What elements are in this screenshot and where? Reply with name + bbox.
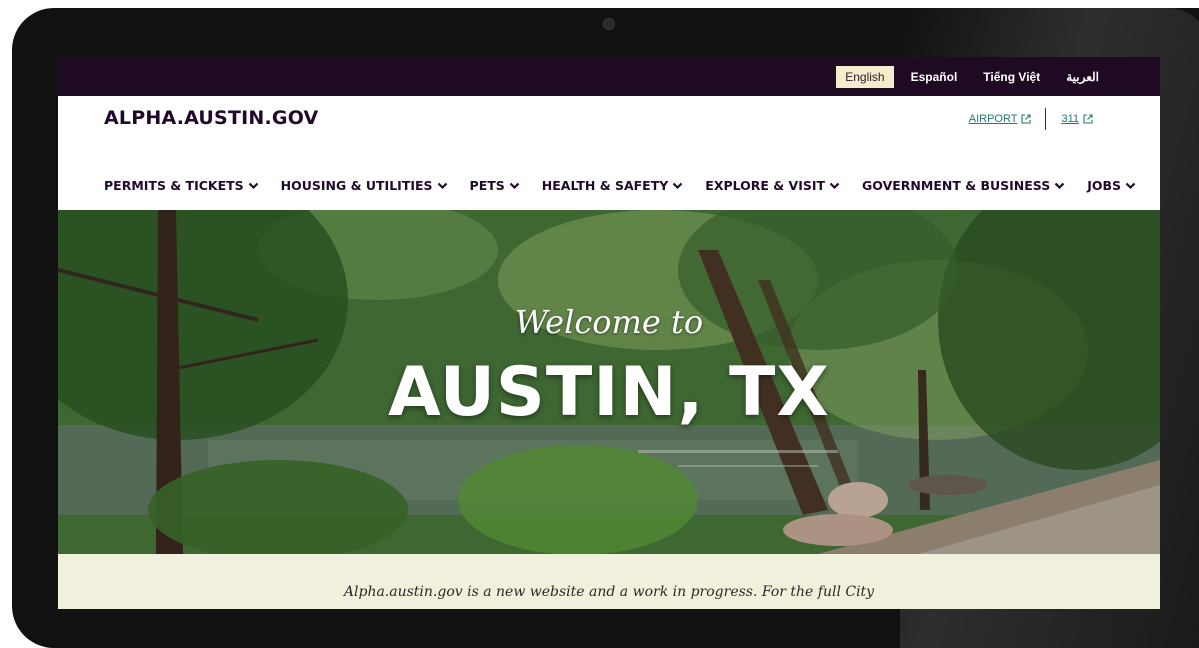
311-link-label: 311: [1061, 113, 1079, 125]
chevron-down-icon: [437, 182, 447, 189]
hero-banner: Welcome to AUSTIN, TX: [58, 210, 1160, 554]
nav-item-label: PETS: [469, 178, 505, 193]
chevron-down-icon: [829, 182, 840, 189]
311-link[interactable]: 311: [1061, 113, 1093, 125]
hero-city-title: AUSTIN, TX: [388, 353, 830, 432]
nav-item-label: PERMITS & TICKETS: [104, 178, 244, 193]
hero-welcome-text: Welcome to: [514, 303, 704, 341]
chevron-down-icon: [248, 182, 258, 189]
link-divider: [1045, 108, 1047, 130]
site-logo[interactable]: ALPHA.AUSTIN.GOV: [104, 107, 318, 129]
webcam-icon: [603, 18, 615, 30]
main-nav: PERMITS & TICKETS HOUSING & UTILITIES PE…: [104, 178, 1136, 193]
chevron-down-icon: [1125, 182, 1136, 189]
chevron-down-icon: [673, 182, 683, 189]
nav-housing-utilities[interactable]: HOUSING & UTILITIES: [281, 178, 448, 193]
nav-health-safety[interactable]: HEALTH & SAFETY: [542, 178, 684, 193]
browser-screen: English Español Tiếng Việt العربية ALPHA…: [58, 57, 1160, 609]
nav-government-business[interactable]: GOVERNMENT & BUSINESS: [862, 178, 1065, 193]
language-espanol[interactable]: Español: [902, 66, 967, 88]
chevron-down-icon: [509, 182, 520, 189]
airport-link-label: AIRPORT: [968, 113, 1018, 125]
nav-permits-tickets[interactable]: PERMITS & TICKETS: [104, 178, 259, 193]
beta-notice-banner: Alpha.austin.gov is a new website and a …: [58, 554, 1160, 609]
external-links: AIRPORT 311: [969, 108, 1093, 130]
nav-item-label: HOUSING & UTILITIES: [280, 178, 433, 193]
language-arabic[interactable]: العربية: [1057, 66, 1108, 88]
nav-item-label: EXPLORE & VISIT: [705, 178, 826, 193]
nav-item-label: HEALTH & SAFETY: [541, 178, 669, 193]
airport-link[interactable]: AIRPORT: [969, 113, 1032, 125]
nav-pets[interactable]: PETS: [470, 178, 520, 193]
chevron-down-icon: [1054, 182, 1065, 189]
beta-notice-text: Alpha.austin.gov is a new website and a …: [343, 584, 875, 600]
nav-item-label: JOBS: [1087, 178, 1122, 193]
external-link-icon: [1083, 114, 1093, 124]
language-vietnamese[interactable]: Tiếng Việt: [974, 66, 1049, 88]
nav-jobs[interactable]: JOBS: [1087, 178, 1136, 193]
external-link-icon: [1021, 114, 1032, 124]
language-bar: English Español Tiếng Việt العربية: [58, 57, 1160, 96]
language-english[interactable]: English: [836, 65, 894, 88]
nav-explore-visit[interactable]: EXPLORE & VISIT: [705, 178, 840, 193]
site-header: ALPHA.AUSTIN.GOV AIRPORT 311 PERMITS & T…: [58, 96, 1160, 210]
nav-item-label: GOVERNMENT & BUSINESS: [862, 178, 1051, 193]
